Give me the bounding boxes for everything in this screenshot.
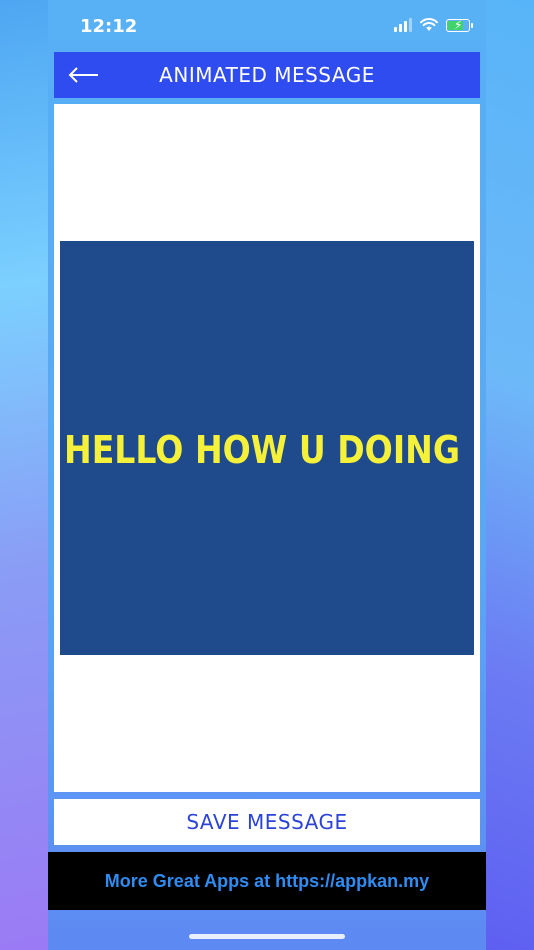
- footer-ad-text: More Great Apps at https://appkan.my: [104, 870, 430, 891]
- background-right: [486, 0, 534, 950]
- signal-icon: [394, 18, 412, 32]
- animated-message-preview: HELLO HOW U DOING: [60, 241, 474, 655]
- battery-icon: ⚡: [446, 18, 473, 32]
- content-card: HELLO HOW U DOING: [54, 104, 480, 792]
- arrow-left-icon: [68, 67, 98, 83]
- status-icons: ⚡: [394, 18, 473, 32]
- wifi-icon: [420, 18, 438, 31]
- page-title: ANIMATED MESSAGE: [159, 63, 375, 87]
- message-text-graphic: HELLO HOW U DOING: [64, 428, 460, 472]
- back-button[interactable]: [68, 60, 100, 90]
- app-header: ANIMATED MESSAGE: [54, 52, 480, 98]
- save-message-button[interactable]: SAVE MESSAGE: [54, 799, 480, 845]
- status-bar: 12:12 ⚡: [0, 0, 534, 52]
- status-time: 12:12: [80, 16, 138, 37]
- background-left: [0, 0, 48, 950]
- message-text: HELLO HOW U DOING: [64, 428, 460, 472]
- home-indicator: [189, 934, 345, 939]
- footer-ad-banner[interactable]: More Great Apps at https://appkan.my: [48, 852, 486, 910]
